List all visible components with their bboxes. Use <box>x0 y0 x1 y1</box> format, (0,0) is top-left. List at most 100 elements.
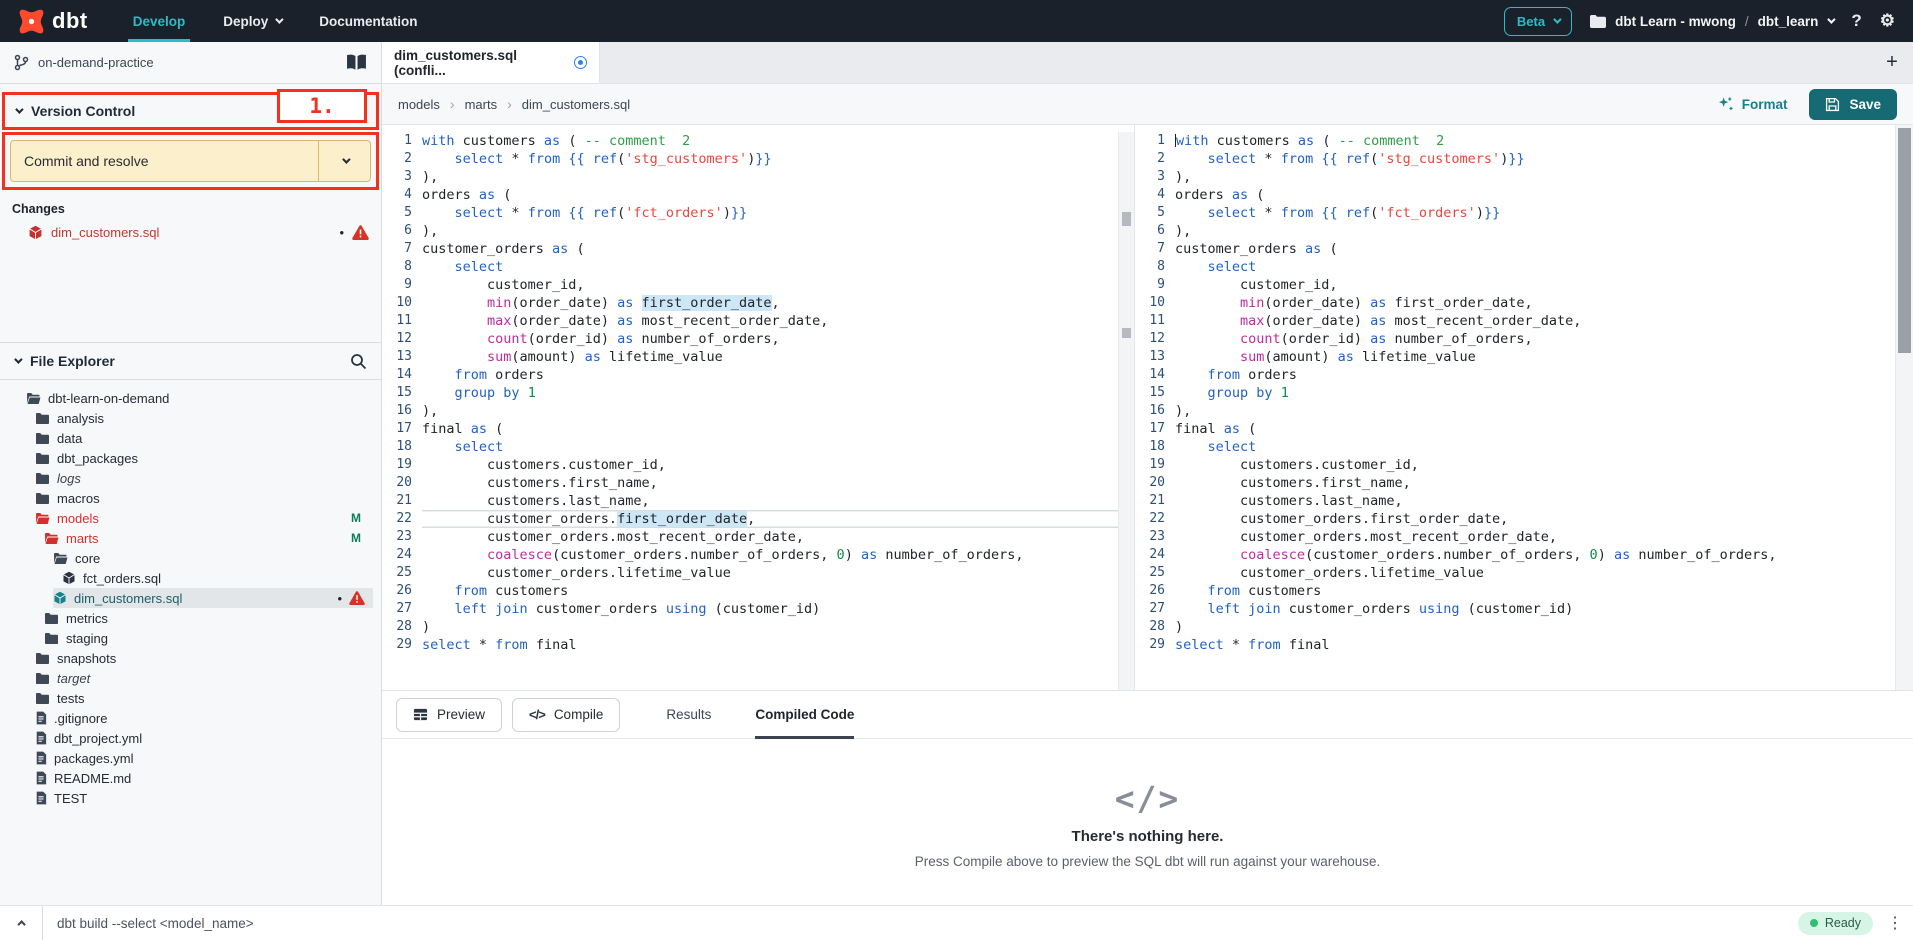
line-number: 11 <box>382 312 412 330</box>
tree-item-label: metrics <box>66 611 108 626</box>
scroll-marker <box>1122 328 1131 338</box>
code-line: customer_orders.most_recent_order_date, <box>1175 528 1895 546</box>
code-line: final as ( <box>422 420 1118 438</box>
modified-badge: M <box>351 531 367 545</box>
tree-item-dim-customers-sql[interactable]: dim_customers.sql • <box>0 588 381 608</box>
account-project-selector[interactable]: dbt Learn - mwong / dbt_learn <box>1590 14 1833 29</box>
save-button[interactable]: Save <box>1809 89 1897 120</box>
modified-dot: • <box>337 591 342 606</box>
tree-item-label: dbt_packages <box>57 451 138 466</box>
commit-options-caret[interactable] <box>318 141 370 181</box>
folder-icon <box>35 492 50 505</box>
tree-item-fct-orders-sql[interactable]: fct_orders.sql <box>0 568 381 588</box>
tab-dim-customers[interactable]: dim_customers.sql (confli... <box>382 42 600 83</box>
code-line: min(order_date) as first_order_date, <box>1175 294 1895 312</box>
unsaved-indicator-icon <box>574 56 587 69</box>
tree-item-label: TEST <box>54 791 87 806</box>
tree-item-label: data <box>57 431 82 446</box>
collapse-chevron-up-icon[interactable] <box>10 920 36 926</box>
folder-icon <box>1590 15 1606 28</box>
tree-item-staging[interactable]: staging <box>0 628 381 648</box>
line-number: 16 <box>1135 402 1165 420</box>
window-scrollbar[interactable] <box>1895 125 1913 690</box>
line-number: 2 <box>1135 150 1165 168</box>
chevron-down-icon <box>1553 15 1561 23</box>
settings-gear-icon[interactable]: ⚙ <box>1880 11 1895 31</box>
tab-compiled-code[interactable]: Compiled Code <box>755 691 854 739</box>
dbt-logo[interactable]: dbt <box>0 0 114 42</box>
tree-item-models[interactable]: modelsM <box>0 508 381 528</box>
commit-and-resolve-button[interactable]: Commit and resolve <box>10 140 371 182</box>
line-number: 28 <box>382 618 412 636</box>
tree-item--gitignore[interactable]: .gitignore <box>0 708 381 728</box>
line-number: 29 <box>382 636 412 654</box>
code-line: ), <box>422 222 1118 240</box>
code-line: customers.first_name, <box>1175 474 1895 492</box>
line-number: 21 <box>382 492 412 510</box>
tree-item-dbt-project-yml[interactable]: dbt_project.yml <box>0 728 381 748</box>
code-editor-right[interactable]: 1234567891011121314151617181920212223242… <box>1135 125 1895 690</box>
code-line: ), <box>1175 168 1895 186</box>
tree-item-dbt-packages[interactable]: dbt_packages <box>0 448 381 468</box>
line-number: 14 <box>382 366 412 384</box>
breadcrumb-models[interactable]: models <box>398 97 440 112</box>
tree-item-data[interactable]: data <box>0 428 381 448</box>
tree-item-label: core <box>75 551 100 566</box>
scrollbar-thumb[interactable] <box>1898 128 1911 353</box>
project-name: dbt_learn <box>1758 14 1819 29</box>
line-number: 3 <box>382 168 412 186</box>
code-line: ) <box>1175 618 1895 636</box>
tree-item-macros[interactable]: macros <box>0 488 381 508</box>
compile-button[interactable]: </> Compile <box>512 698 620 732</box>
breadcrumb-file[interactable]: dim_customers.sql <box>522 97 630 112</box>
beta-dropdown[interactable]: Beta <box>1504 7 1572 36</box>
preview-button[interactable]: Preview <box>396 698 502 732</box>
git-branch-row[interactable]: on-demand-practice <box>0 42 381 84</box>
tree-item-packages-yml[interactable]: packages.yml <box>0 748 381 768</box>
tree-item-analysis[interactable]: analysis <box>0 408 381 428</box>
tree-item-label: dim_customers.sql <box>74 591 182 606</box>
code-line: customers.last_name, <box>1175 492 1895 510</box>
line-number: 13 <box>382 348 412 366</box>
line-number: 4 <box>1135 186 1165 204</box>
tree-item-core[interactable]: core <box>0 548 381 568</box>
code-line: coalesce(customer_orders.number_of_order… <box>422 546 1118 564</box>
search-icon[interactable] <box>350 353 367 370</box>
new-tab-button[interactable]: + <box>1871 42 1913 83</box>
code-line: select * from {{ ref('fct_orders')}} <box>422 204 1118 222</box>
nav-documentation[interactable]: Documentation <box>300 0 436 42</box>
line-number: 10 <box>1135 294 1165 312</box>
code-icon: </> <box>1115 779 1181 818</box>
tree-item-marts[interactable]: martsM <box>0 528 381 548</box>
kebab-menu-icon[interactable]: ⋮ <box>1887 913 1903 933</box>
line-number: 25 <box>382 564 412 582</box>
code-line: final as ( <box>1175 420 1895 438</box>
editor-scrollbar-left[interactable] <box>1118 132 1134 690</box>
format-button[interactable]: Format <box>1717 96 1788 113</box>
code-editor-left[interactable]: 1234567891011121314151617181920212223242… <box>382 125 1135 690</box>
tree-item-tests[interactable]: tests <box>0 688 381 708</box>
folder-open-icon <box>53 552 68 565</box>
tree-item-test[interactable]: TEST <box>0 788 381 808</box>
docs-book-icon[interactable] <box>346 54 367 71</box>
tree-item-readme-md[interactable]: README.md <box>0 768 381 788</box>
nav-deploy[interactable]: Deploy <box>204 0 300 42</box>
tree-item-label: tests <box>57 691 84 706</box>
changed-file-row[interactable]: dim_customers.sql • <box>12 225 369 240</box>
tree-item-label: dbt_project.yml <box>54 731 142 746</box>
changes-title: Changes <box>12 202 369 216</box>
annotation-step-label: 1. <box>277 89 367 123</box>
tree-item-snapshots[interactable]: snapshots <box>0 648 381 668</box>
tab-results[interactable]: Results <box>666 691 711 739</box>
tree-item-metrics[interactable]: metrics <box>0 608 381 628</box>
file-explorer-header[interactable]: File Explorer <box>0 342 381 380</box>
tree-item-target[interactable]: target <box>0 668 381 688</box>
command-input[interactable]: dbt build --select <model_name> <box>57 916 254 931</box>
help-icon[interactable]: ? <box>1851 11 1861 31</box>
nav-develop[interactable]: Develop <box>114 0 205 42</box>
breadcrumb-marts[interactable]: marts <box>465 97 498 112</box>
line-number: 7 <box>1135 240 1165 258</box>
tree-item-logs[interactable]: logs <box>0 468 381 488</box>
tree-item-dbt-learn-on-demand[interactable]: dbt-learn-on-demand <box>0 388 381 408</box>
code-right: with customers as ( -- comment 2 select … <box>1175 132 1895 690</box>
